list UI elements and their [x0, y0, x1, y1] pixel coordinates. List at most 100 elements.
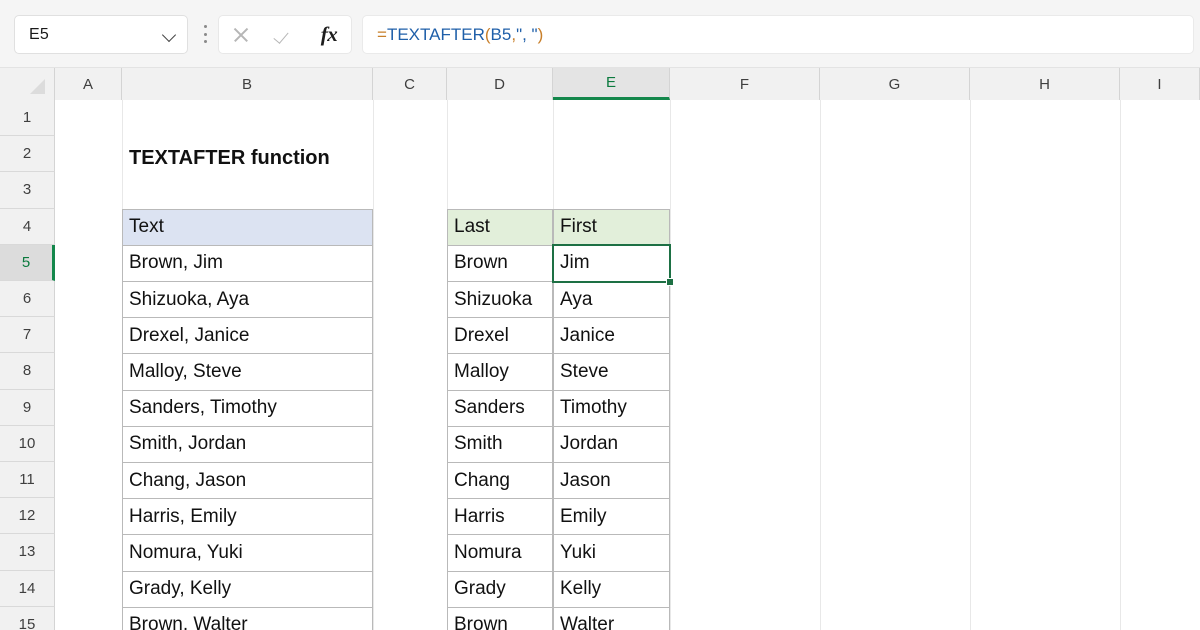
row-header-13[interactable]: 13 — [0, 534, 55, 571]
column-header-e[interactable]: E — [553, 68, 670, 100]
name-box[interactable]: E5 — [14, 15, 188, 54]
cell-text: Brown — [454, 614, 508, 630]
result-table-cell-first[interactable]: Aya — [553, 281, 670, 319]
result-table-cell-first[interactable]: Timothy — [553, 389, 670, 427]
result-table-cell-last[interactable]: Nomura — [447, 534, 553, 572]
column-header-label: F — [739, 75, 750, 93]
result-table-cell-last[interactable]: Drexel — [447, 317, 553, 355]
cell-text: Malloy — [454, 360, 509, 382]
text-table-cell[interactable]: Chang, Jason — [122, 462, 373, 500]
row-header-3[interactable]: 3 — [0, 172, 55, 209]
text-table-cell[interactable]: Sanders, Timothy — [122, 389, 373, 427]
text-table-cell[interactable]: Nomura, Yuki — [122, 534, 373, 572]
result-table-cell-last[interactable]: Shizuoka — [447, 281, 553, 319]
cell-text: Steve — [560, 360, 609, 382]
column-header-f[interactable]: F — [670, 68, 820, 100]
result-table-cell-last[interactable]: Harris — [447, 498, 553, 536]
row-header-5[interactable]: 5 — [0, 244, 55, 281]
row-header-10[interactable]: 10 — [0, 425, 55, 462]
cell-text: Harris — [454, 505, 505, 527]
cell-text: Walter — [560, 614, 615, 630]
result-table-cell-last[interactable]: Grady — [447, 570, 553, 608]
result-table-cell-last[interactable]: Brown — [447, 606, 553, 630]
result-table-cell-last[interactable]: Brown — [447, 244, 553, 282]
cell-text: Shizuoka, Aya — [129, 288, 250, 310]
fx-icon: fx — [320, 22, 338, 46]
column-header-b[interactable]: B — [122, 68, 373, 100]
result-table-cell-first[interactable]: Emily — [553, 498, 670, 536]
text-table-cell[interactable]: Malloy, Steve — [122, 353, 373, 391]
row-header-11[interactable]: 11 — [0, 462, 55, 499]
row-header-4[interactable]: 4 — [0, 208, 55, 245]
result-table-cell-first[interactable]: Steve — [553, 353, 670, 391]
cell-text: First — [560, 216, 597, 238]
row-header-9[interactable]: 9 — [0, 389, 55, 426]
result-table-cell-last[interactable]: Smith — [447, 425, 553, 463]
row-header-label: 12 — [18, 507, 36, 525]
close-icon — [232, 26, 250, 44]
cell-text: Sanders, Timothy — [129, 397, 277, 419]
chevron-down-icon[interactable] — [163, 28, 177, 42]
select-all-triangle-icon[interactable] — [0, 68, 55, 100]
spreadsheet-grid[interactable]: TEXTAFTER function Text Brown, Jim Shizuok… — [55, 100, 1200, 630]
column-header-i[interactable]: I — [1120, 68, 1200, 100]
result-table-cell-first[interactable]: Walter — [553, 606, 670, 630]
column-header-d[interactable]: D — [447, 68, 553, 100]
row-header-6[interactable]: 6 — [0, 281, 55, 318]
column-header-label: C — [404, 75, 415, 93]
text-table-header[interactable]: Text — [122, 208, 373, 246]
cell-text: Yuki — [560, 541, 596, 563]
column-header-c[interactable]: C — [373, 68, 447, 100]
cell-text: Kelly — [560, 578, 602, 600]
column-header-a[interactable]: A — [55, 68, 122, 100]
result-table-cell-first[interactable]: Janice — [553, 317, 670, 355]
result-table-cell-first[interactable]: Jim — [553, 244, 670, 282]
row-header-2[interactable]: 2 — [0, 136, 55, 173]
row-header-label: 15 — [18, 615, 36, 630]
cell-text: Brown — [454, 252, 508, 274]
text-table-cell[interactable]: Brown, Walter — [122, 606, 373, 630]
row-header-label: 14 — [18, 579, 36, 597]
result-table-cell-first[interactable]: Jason — [553, 462, 670, 500]
column-header-row: A B C D E F G H I — [0, 68, 1200, 100]
kebab-dot — [203, 25, 207, 28]
row-header-label: 10 — [18, 434, 36, 452]
result-table-cell-last[interactable]: Malloy — [447, 353, 553, 391]
cell-text: Shizuoka — [454, 288, 533, 310]
text-table-cell[interactable]: Brown, Jim — [122, 244, 373, 282]
cell-text: Janice — [560, 324, 615, 346]
text-table-cell[interactable]: Shizuoka, Aya — [122, 281, 373, 319]
result-table-cell-first[interactable]: Jordan — [553, 425, 670, 463]
row-header-14[interactable]: 14 — [0, 570, 55, 607]
formula-input[interactable]: = TEXTAFTER(B5, ", ") — [362, 15, 1194, 54]
enter-formula-button[interactable] — [263, 16, 307, 53]
cell-text: Malloy, Steve — [129, 360, 242, 382]
result-table-cell-last[interactable]: Chang — [447, 462, 553, 500]
row-header-8[interactable]: 8 — [0, 353, 55, 390]
result-table-header-last[interactable]: Last — [447, 208, 553, 246]
cell-text: Jordan — [560, 433, 619, 455]
column-header-label: A — [82, 75, 93, 93]
fill-handle[interactable] — [666, 278, 674, 286]
cell-text: Nomura, Yuki — [129, 541, 243, 563]
result-table-cell-first[interactable]: Kelly — [553, 570, 670, 608]
row-header-7[interactable]: 7 — [0, 317, 55, 354]
text-table-cell[interactable]: Smith, Jordan — [122, 425, 373, 463]
insert-function-button[interactable]: fx — [307, 16, 351, 53]
cancel-formula-button[interactable] — [219, 16, 263, 53]
text-table-cell[interactable]: Drexel, Janice — [122, 317, 373, 355]
result-table-cell-first[interactable]: Yuki — [553, 534, 670, 572]
column-header-h[interactable]: H — [970, 68, 1120, 100]
column-header-g[interactable]: G — [820, 68, 970, 100]
result-table-cell-last[interactable]: Sanders — [447, 389, 553, 427]
text-table-cell[interactable]: Grady, Kelly — [122, 570, 373, 608]
column-header-label: B — [241, 75, 252, 93]
row-header-15[interactable]: 15 — [0, 606, 55, 630]
column-header-label: D — [494, 75, 505, 93]
kebab-menu-icon[interactable] — [198, 22, 212, 46]
text-table-cell[interactable]: Harris, Emily — [122, 498, 373, 536]
row-header-1[interactable]: 1 — [0, 100, 55, 137]
row-header-12[interactable]: 12 — [0, 498, 55, 535]
result-table-header-first[interactable]: First — [553, 208, 670, 246]
cell-text: Chang, Jason — [129, 469, 247, 491]
